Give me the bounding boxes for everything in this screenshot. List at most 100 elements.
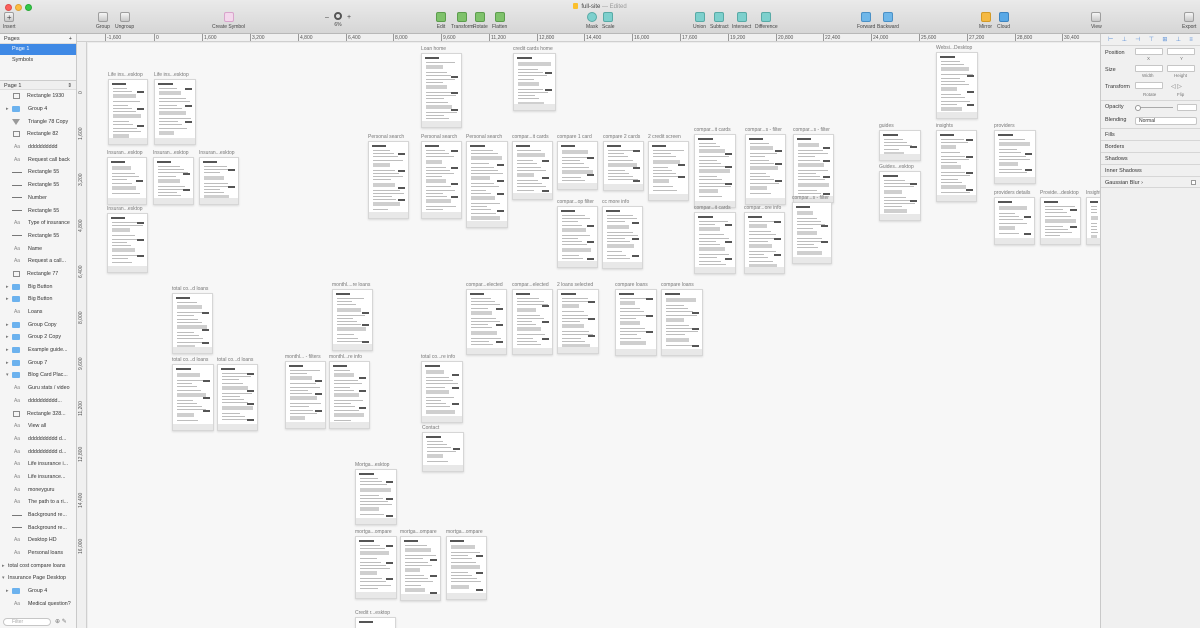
artboard[interactable]: Insuran...esktop: [107, 150, 147, 205]
artboard[interactable]: insights: [936, 123, 977, 202]
layer-item[interactable]: Aa Personal loans: [0, 547, 76, 560]
artboard[interactable]: Insight: [1086, 190, 1100, 245]
artboard[interactable]: providers: [994, 123, 1036, 184]
layer-item[interactable]: ▾ Insurance Page Desktop: [0, 572, 76, 585]
artboard[interactable]: mortga...ompare: [355, 529, 397, 599]
artboard-title[interactable]: compar...s - filter: [793, 127, 830, 133]
artboard-title[interactable]: 2 loans selected: [557, 282, 593, 288]
artboard-title[interactable]: total co...d loans: [217, 357, 253, 363]
artboard-title[interactable]: mortga...ompare: [355, 529, 392, 535]
layer-item[interactable]: Number: [0, 192, 76, 205]
artboard[interactable]: Guides...esktop: [879, 164, 921, 221]
artboard[interactable]: providers details: [994, 190, 1035, 245]
align-right-icon[interactable]: ⊣: [1135, 36, 1140, 43]
layer-item[interactable]: Rectangle 77: [0, 268, 76, 281]
height-field[interactable]: [1167, 65, 1195, 72]
layer-item[interactable]: Aa Guru stats / video: [0, 382, 76, 395]
layer-item[interactable]: Aa View all: [0, 420, 76, 433]
layer-item[interactable]: Aa Desktop HD: [0, 534, 76, 547]
artboard[interactable]: compar...ore info: [744, 205, 785, 274]
artboard[interactable]: cc more info: [602, 199, 643, 269]
align-top-icon[interactable]: ⊤: [1149, 36, 1154, 43]
artboard[interactable]: total co...d loans: [172, 357, 214, 431]
artboard[interactable]: Loan home: [421, 46, 462, 128]
layer-item[interactable]: Rectangle 55: [0, 204, 76, 217]
artboard[interactable]: Credit r...esktop: [355, 610, 396, 628]
fills-section[interactable]: Fills: [1101, 128, 1200, 140]
layer-item[interactable]: ▸ Group 7: [0, 356, 76, 369]
artboard-title[interactable]: compar...it cards: [512, 134, 549, 140]
artboard[interactable]: compar...it cards: [512, 134, 553, 200]
artboard-title[interactable]: Personal search: [466, 134, 502, 140]
layer-item[interactable]: ▸ Group Copy: [0, 318, 76, 331]
artboard-title[interactable]: providers details: [994, 190, 1030, 196]
layer-item[interactable]: Background re...: [0, 509, 76, 522]
scale-button[interactable]: Scale: [602, 12, 615, 30]
artboard[interactable]: monthl...re info: [329, 354, 370, 429]
artboard[interactable]: mortga...ompare: [400, 529, 441, 601]
artboard[interactable]: total co...d loans: [217, 357, 258, 431]
artboard[interactable]: 2 credit screen: [648, 134, 689, 201]
artboard-title[interactable]: monthl....re loans: [332, 282, 370, 288]
forward-button[interactable]: Forward: [857, 12, 875, 30]
layer-item[interactable]: Rectangle 1930: [0, 90, 76, 103]
layer-item[interactable]: Aa dddddddddd...: [0, 395, 76, 408]
align-bottom-icon[interactable]: ⊥: [1176, 36, 1181, 43]
add-page-button[interactable]: +: [69, 36, 72, 42]
align-center-icon[interactable]: ⊥: [1122, 36, 1127, 43]
artboard[interactable]: Contact: [422, 425, 464, 472]
layer-item[interactable]: ▸ total cost compare loans: [0, 559, 76, 572]
artboard-title[interactable]: Insuran...esktop: [107, 150, 143, 156]
view-button[interactable]: View: [1091, 12, 1102, 30]
layer-item[interactable]: ▸ Big Button: [0, 280, 76, 293]
artboard-title[interactable]: Websi...Desktop: [936, 45, 972, 51]
artboard-title[interactable]: Mortga...esktop: [355, 462, 389, 468]
zoom-in-button[interactable]: +: [347, 14, 351, 21]
artboard[interactable]: Provide...desktop: [1040, 190, 1081, 245]
mirror-button[interactable]: Mirror: [979, 12, 992, 30]
insert-button[interactable]: + Insert: [3, 12, 16, 30]
artboard-title[interactable]: Insuran...esktop: [107, 206, 143, 212]
artboard[interactable]: Websi...Desktop: [936, 45, 978, 119]
cloud-button[interactable]: Cloud: [997, 12, 1010, 30]
artboard[interactable]: compar...s - filter: [792, 195, 832, 264]
zoom-control[interactable]: 6%: [334, 12, 342, 28]
layer-item[interactable]: ▸ Group 2 Copy: [0, 331, 76, 344]
layer-item[interactable]: Aa dddddddddd: [0, 141, 76, 154]
subtract-button[interactable]: Subtract: [710, 12, 729, 30]
opacity-slider[interactable]: [1135, 105, 1173, 111]
layer-item[interactable]: Aa Name: [0, 242, 76, 255]
artboard[interactable]: compar...s - filter: [745, 127, 786, 205]
layer-item[interactable]: Background re...: [0, 521, 76, 534]
artboard[interactable]: compar...elected: [466, 282, 507, 355]
artboard-title[interactable]: Insight: [1086, 190, 1100, 196]
artboard[interactable]: compare 1 card: [557, 134, 598, 190]
artboard-title[interactable]: cc more info: [602, 199, 629, 205]
artboard-title[interactable]: total co...re info: [421, 354, 455, 360]
artboard[interactable]: Personal search: [466, 134, 508, 228]
vertical-ruler[interactable]: 0 1,600 3,200 4,800 6,400 8,000 9,600 11,200 12,…: [77, 42, 87, 628]
layer-item[interactable]: Aa Loans: [0, 306, 76, 319]
horizontal-ruler[interactable]: -1,600 0 1,600 3,200 4,800 6,400 8,000 9,600 11,…: [77, 34, 1100, 42]
artboard[interactable]: Insuran...esktop: [107, 206, 148, 273]
artboard-title[interactable]: mortga...ompare: [400, 529, 437, 535]
canvas[interactable]: Life ins...esktop Life ins...esktop Insura…: [88, 43, 1100, 628]
distribute-icon[interactable]: ≡: [1189, 37, 1193, 43]
artboard[interactable]: Insuran...esktop: [199, 150, 239, 205]
artboard-title[interactable]: compare 2 cards: [603, 134, 640, 140]
artboard-title[interactable]: mortga...ompare: [446, 529, 483, 535]
artboard-title[interactable]: Guides...esktop: [879, 164, 914, 170]
rotate-button[interactable]: Rotate: [473, 12, 488, 30]
artboard[interactable]: guides: [879, 123, 921, 161]
page-item-symbols[interactable]: Symbols: [0, 55, 76, 66]
group-button[interactable]: Group: [96, 12, 110, 30]
artboard[interactable]: Mortga...esktop: [355, 462, 397, 525]
layer-item[interactable]: Aa Request call back: [0, 153, 76, 166]
artboard[interactable]: monthl....re loans: [332, 282, 373, 351]
layer-item[interactable]: Aa Life insurance i...: [0, 458, 76, 471]
artboard-title[interactable]: compar...it cards: [694, 205, 731, 211]
flip-icon[interactable]: ◁ ▷: [1171, 83, 1182, 90]
layer-item[interactable]: Aa The path to a ri...: [0, 496, 76, 509]
artboard[interactable]: Life ins...esktop: [108, 72, 148, 145]
artboard[interactable]: compar...it cards: [694, 127, 736, 208]
